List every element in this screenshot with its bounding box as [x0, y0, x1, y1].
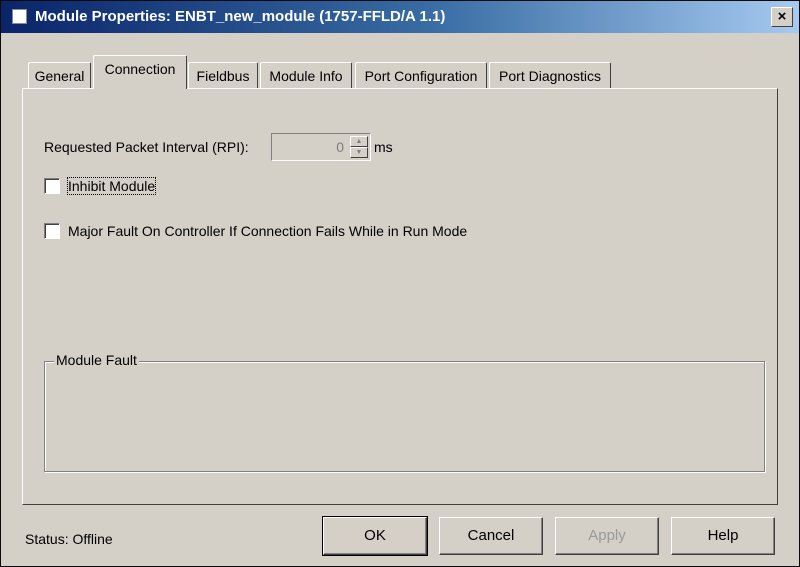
status-value: Offline [72, 531, 113, 547]
apply-button[interactable]: Apply [555, 517, 659, 555]
tab-connection[interactable]: Connection [93, 55, 187, 89]
inhibit-module-checkbox[interactable] [44, 178, 60, 194]
cancel-button[interactable]: Cancel [439, 517, 543, 555]
module-properties-dialog: Module Properties: ENBT_new_module (1757… [0, 0, 800, 567]
spin-up-icon[interactable]: ▲ [350, 136, 368, 147]
tab-fieldbus[interactable]: Fieldbus [188, 62, 258, 89]
tab-port-diagnostics[interactable]: Port Diagnostics [489, 62, 611, 89]
module-fault-label: Module Fault [54, 352, 139, 368]
status-text: Status: Offline [25, 531, 113, 547]
module-fault-group [44, 361, 765, 472]
major-fault-checkbox[interactable] [44, 223, 60, 239]
inhibit-module-label[interactable]: Inhibit Module [66, 177, 157, 195]
close-button[interactable]: × [771, 7, 793, 27]
ok-button[interactable]: OK [322, 516, 428, 556]
rpi-input[interactable]: 0 ▲ ▼ [271, 133, 371, 161]
title-bar[interactable]: Module Properties: ENBT_new_module (1757… [1, 1, 799, 33]
window-icon [12, 9, 27, 24]
tab-module-info[interactable]: Module Info [260, 62, 352, 89]
major-fault-label[interactable]: Major Fault On Controller If Connection … [68, 223, 467, 239]
tab-port-configuration[interactable]: Port Configuration [355, 62, 487, 89]
rpi-spinner[interactable]: ▲ ▼ [350, 136, 368, 158]
rpi-label: Requested Packet Interval (RPI): [44, 139, 249, 155]
rpi-value: 0 [336, 139, 344, 155]
rpi-unit: ms [374, 139, 393, 155]
help-button[interactable]: Help [671, 517, 775, 555]
spin-down-icon[interactable]: ▼ [350, 147, 368, 158]
window-title: Module Properties: ENBT_new_module (1757… [35, 8, 446, 25]
status-label: Status: [25, 531, 69, 547]
tab-general[interactable]: General [28, 62, 91, 89]
